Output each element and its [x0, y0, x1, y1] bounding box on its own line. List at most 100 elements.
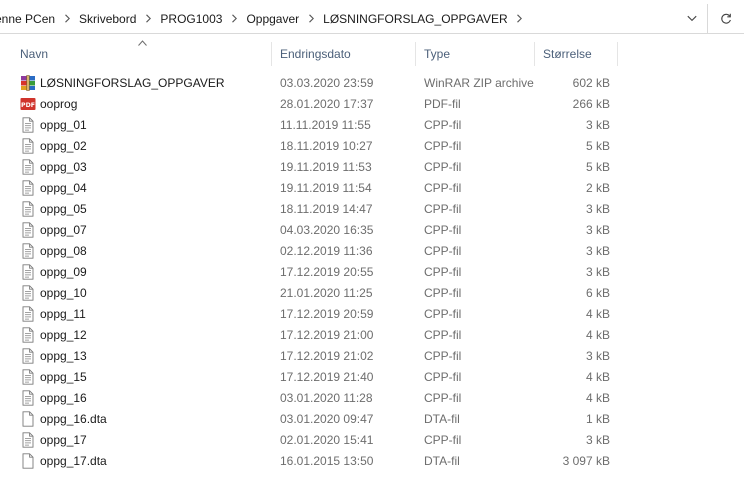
file-date-modified: 18.11.2019 14:47 [280, 202, 373, 216]
file-name: ooprog [40, 97, 78, 111]
file-type: CPP-fil [424, 349, 462, 363]
text-file-icon [20, 432, 36, 448]
breadcrumb-item[interactable]: LØSNINGFORSLAG_OPPGAVER [321, 12, 510, 26]
breadcrumb-label: Skrivebord [79, 11, 137, 26]
file-row[interactable]: oppg_12 17.12.2019 21:00 CPP-fil 4 kB [0, 325, 744, 346]
file-date-modified: 03.01.2020 09:47 [280, 412, 374, 426]
file-date-modified: 03.01.2020 11:28 [280, 391, 373, 405]
file-size: 4 kB [585, 328, 610, 342]
file-type: CPP-fil [424, 223, 462, 237]
column-header-type[interactable]: Type [416, 38, 535, 70]
file-size: 1 kB [585, 412, 610, 426]
file-date-modified: 19.11.2019 11:54 [280, 181, 372, 195]
file-row[interactable]: LØSNINGFORSLAG_OPPGAVER 03.03.2020 23:59 W… [0, 73, 744, 94]
text-file-icon [20, 390, 36, 406]
file-row[interactable]: oppg_15 17.12.2019 21:40 CPP-fil 4 kB [0, 367, 744, 388]
breadcrumb-item[interactable]: PROG1003 [158, 12, 224, 26]
file-row[interactable]: oppg_10 21.01.2020 11:25 CPP-fil 6 kB [0, 283, 744, 304]
file-row[interactable]: oppg_01 11.11.2019 11:55 CPP-fil 3 kB [0, 115, 744, 136]
file-row[interactable]: oppg_09 17.12.2019 20:55 CPP-fil 3 kB [0, 262, 744, 283]
breadcrumb-item[interactable]: Oppgaver [244, 12, 301, 26]
file-size: 3 097 kB [562, 454, 610, 468]
file-type: DTA-fil [424, 412, 460, 426]
file-date-modified: 16.01.2015 13:50 [280, 454, 374, 468]
file-type: CPP-fil [424, 328, 462, 342]
breadcrumb-label: LØSNINGFORSLAG_OPPGAVER [323, 11, 508, 26]
file-name: oppg_12 [40, 328, 87, 342]
file-row[interactable]: oppg_17 02.01.2020 15:41 CPP-fil 3 kB [0, 430, 744, 451]
file-row[interactable]: oppg_13 17.12.2019 21:02 CPP-fil 3 kB [0, 346, 744, 367]
file-name: oppg_04 [40, 181, 87, 195]
blank-file-icon [20, 453, 36, 469]
breadcrumb-chevron-icon[interactable] [57, 14, 77, 23]
file-date-modified: 17.12.2019 20:55 [280, 265, 374, 279]
breadcrumb-item[interactable]: Skrivebord [77, 12, 138, 26]
file-size: 4 kB [585, 391, 610, 405]
file-row[interactable]: oppg_08 02.12.2019 11:36 CPP-fil 3 kB [0, 241, 744, 262]
column-header-type-label: Type [424, 47, 451, 61]
file-row[interactable]: oppg_17.dta 16.01.2015 13:50 DTA-fil 3 097 … [0, 451, 744, 472]
refresh-button[interactable] [708, 4, 744, 34]
file-name: oppg_09 [40, 265, 87, 279]
refresh-icon [721, 13, 731, 24]
column-divider[interactable] [617, 42, 618, 66]
file-row[interactable]: oppg_05 18.11.2019 14:47 CPP-fil 3 kB [0, 199, 744, 220]
address-bar[interactable]: enne PCen Skrivebord PROG1003 Oppgaver LØSNI… [0, 4, 708, 34]
column-header-name[interactable]: Navn [0, 38, 272, 70]
file-row[interactable]: oppg_11 17.12.2019 20:59 CPP-fil 4 kB [0, 304, 744, 325]
file-row[interactable]: oppg_07 04.03.2020 16:35 CPP-fil 3 kB [0, 220, 744, 241]
file-row[interactable]: oppg_16 03.01.2020 11:28 CPP-fil 4 kB [0, 388, 744, 409]
file-name: oppg_17 [40, 433, 87, 447]
sort-ascending-icon [138, 35, 147, 49]
breadcrumb-chevron-icon[interactable] [510, 14, 530, 23]
address-history-dropdown-button[interactable] [677, 4, 707, 33]
file-row[interactable]: PDF ooprog 28.01.2020 17:37 PDF-fil 266 kB [0, 94, 744, 115]
breadcrumb-item[interactable]: enne PCen [0, 12, 57, 26]
text-file-icon [20, 201, 36, 217]
file-row[interactable]: oppg_16.dta 03.01.2020 09:47 DTA-fil 1 kB [0, 409, 744, 430]
file-list: LØSNINGFORSLAG_OPPGAVER 03.03.2020 23:59 W… [0, 73, 744, 472]
breadcrumb-chevron-icon[interactable] [224, 14, 244, 23]
breadcrumb-label: PROG1003 [160, 11, 223, 26]
file-row[interactable]: oppg_04 19.11.2019 11:54 CPP-fil 2 kB [0, 178, 744, 199]
pdf-file-icon: PDF [20, 96, 36, 112]
file-type: WinRAR ZIP archive [424, 76, 534, 90]
file-row[interactable]: oppg_02 18.11.2019 10:27 CPP-fil 5 kB [0, 136, 744, 157]
file-size: 3 kB [585, 202, 610, 216]
file-type: DTA-fil [424, 454, 460, 468]
file-type: PDF-fil [424, 97, 461, 111]
svg-text:PDF: PDF [21, 102, 35, 109]
file-date-modified: 02.12.2019 11:36 [280, 244, 373, 258]
breadcrumb-chevron-icon[interactable] [301, 14, 321, 23]
file-name: oppg_07 [40, 223, 87, 237]
column-header-date[interactable]: Endringsdato [272, 38, 416, 70]
text-file-icon [20, 138, 36, 154]
column-header-size[interactable]: Størrelse [535, 38, 618, 70]
file-name: oppg_16 [40, 391, 87, 405]
file-size: 4 kB [585, 307, 610, 321]
text-file-icon [20, 159, 36, 175]
file-name: oppg_01 [40, 118, 87, 132]
column-headers: Navn Endringsdato Type Størrelse [0, 38, 744, 70]
file-size: 5 kB [585, 160, 610, 174]
breadcrumb-label: enne PCen [0, 11, 56, 26]
breadcrumb-chevron-icon[interactable] [138, 14, 158, 23]
text-file-icon [20, 348, 36, 364]
file-name: oppg_08 [40, 244, 87, 258]
column-header-size-label: Størrelse [543, 47, 592, 61]
column-header-date-label: Endringsdato [280, 47, 351, 61]
text-file-icon [20, 306, 36, 322]
file-size: 3 kB [585, 244, 610, 258]
file-name: LØSNINGFORSLAG_OPPGAVER [40, 76, 225, 90]
file-type: CPP-fil [424, 265, 462, 279]
file-type: CPP-fil [424, 139, 462, 153]
file-size: 3 kB [585, 349, 610, 363]
file-size: 4 kB [585, 370, 610, 384]
file-name: oppg_16.dta [40, 412, 107, 426]
file-row[interactable]: oppg_03 19.11.2019 11:53 CPP-fil 5 kB [0, 157, 744, 178]
file-date-modified: 11.11.2019 11:55 [280, 118, 371, 132]
file-name: oppg_17.dta [40, 454, 107, 468]
file-type: CPP-fil [424, 202, 462, 216]
file-date-modified: 03.03.2020 23:59 [280, 76, 374, 90]
file-size: 3 kB [585, 265, 610, 279]
